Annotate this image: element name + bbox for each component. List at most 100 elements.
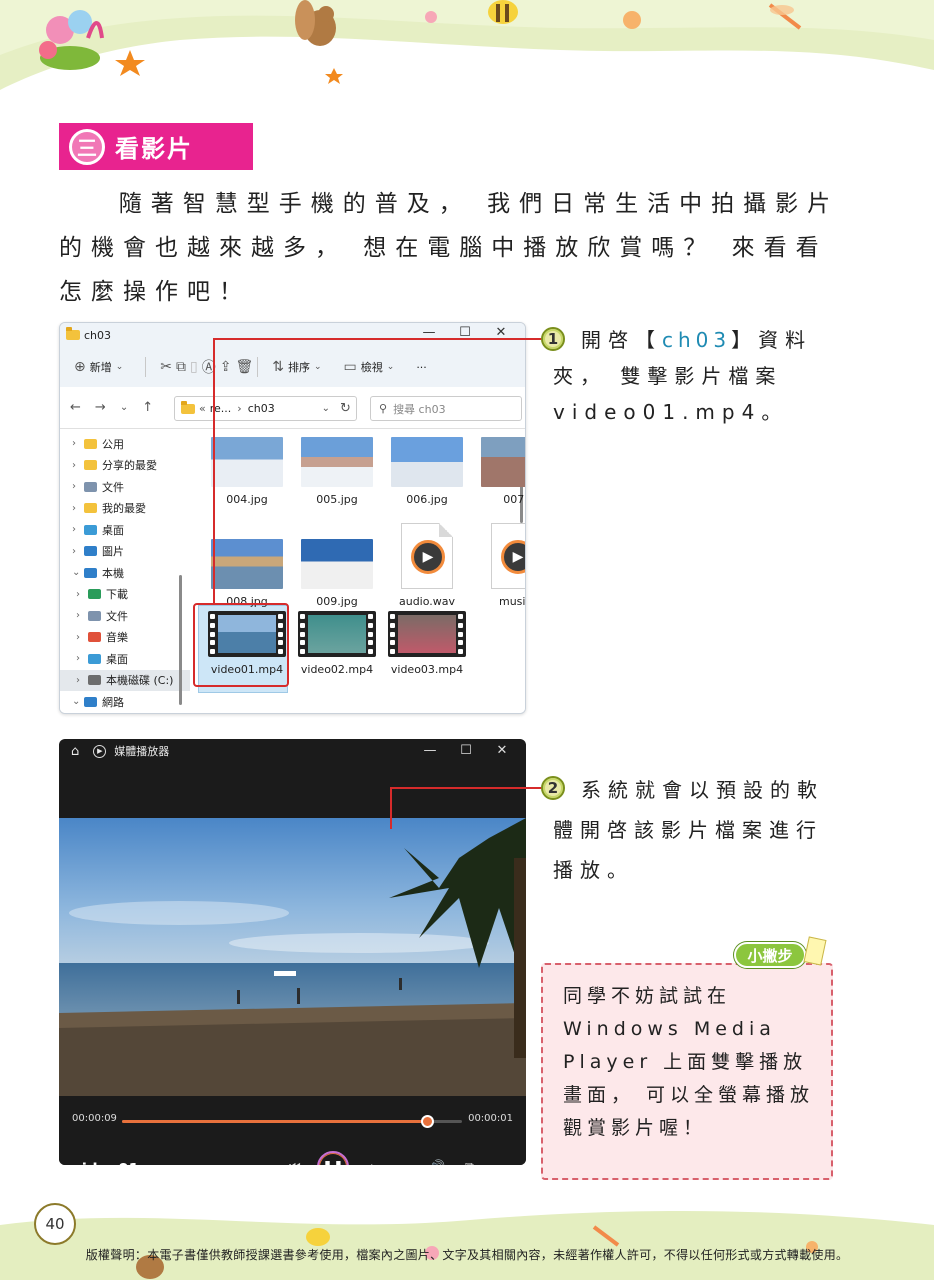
expand-chevron-icon[interactable]: › <box>76 610 88 621</box>
nav-item[interactable]: › 我的最愛 <box>60 498 190 520</box>
nav-item[interactable]: › 文件 <box>60 605 190 627</box>
video-thumbnail <box>388 611 466 657</box>
image-thumbnail <box>211 437 283 487</box>
file-name: video02.mp4 <box>300 663 374 676</box>
nav-item-label: 文件 <box>106 609 128 623</box>
footer-decoration <box>0 1210 934 1280</box>
expand-chevron-icon[interactable]: › <box>76 589 88 600</box>
expand-chevron-icon[interactable]: › <box>72 438 84 449</box>
volume-icon[interactable]: 🔊 <box>429 1160 445 1165</box>
callout-line <box>390 787 542 789</box>
nav-item[interactable]: › 下載 <box>60 584 190 606</box>
nav-item-label: 公用 <box>102 437 124 451</box>
home-icon[interactable]: ⌂ <box>71 744 79 759</box>
previous-icon[interactable]: ⏮ <box>289 1160 301 1165</box>
nav-item[interactable]: › 公用 <box>60 433 190 455</box>
close-button[interactable]: ✕ <box>484 743 520 758</box>
file-item[interactable]: 006.jpg <box>384 437 470 506</box>
nav-item[interactable]: › 音樂 <box>60 627 190 649</box>
expand-chevron-icon[interactable]: › <box>76 675 88 686</box>
pause-button[interactable]: ❚❚ <box>317 1151 349 1165</box>
plus-circle-icon: ⊕ <box>74 359 86 375</box>
expand-chevron-icon[interactable]: › <box>72 503 84 514</box>
nav-item-label: 網路 <box>102 695 124 709</box>
nav-scrollbar[interactable] <box>179 575 182 705</box>
audio-file-icon: ▶ <box>401 523 453 589</box>
expand-chevron-icon[interactable]: › <box>72 546 84 557</box>
minimize-button[interactable]: — <box>412 743 448 758</box>
subtitles-icon[interactable]: ▭ <box>395 1160 407 1165</box>
file-name: 005.jpg <box>316 493 358 506</box>
nav-item[interactable]: › 文件 <box>60 476 190 498</box>
flower-icon <box>623 11 641 29</box>
computer-icon <box>84 567 97 578</box>
expand-chevron-icon[interactable]: › <box>76 653 88 664</box>
file-item[interactable]: ▶ audio.wav <box>384 513 470 608</box>
share-icon[interactable]: ⇪ <box>220 359 232 375</box>
nav-item-label: 下載 <box>106 588 128 602</box>
expand-chevron-icon[interactable]: ⌄ <box>72 567 84 578</box>
chevron-down-icon[interactable]: ⌄ <box>322 403 330 414</box>
seek-bar[interactable] <box>122 1115 462 1128</box>
nav-item-label: 桌面 <box>106 652 128 666</box>
expand-chevron-icon[interactable]: › <box>72 481 84 492</box>
path-segment-current[interactable]: ch03 <box>248 402 275 415</box>
sort-button[interactable]: ⇅ 排序 ⌄ <box>272 359 325 375</box>
next-icon[interactable]: ⏭ <box>361 1160 373 1165</box>
copy-icon[interactable]: ⧉ <box>176 359 186 375</box>
section-number: 三 <box>69 128 105 165</box>
forward-arrow-icon[interactable]: → <box>95 400 106 415</box>
address-input[interactable]: « re... › ch03 ⌄ <box>174 396 357 421</box>
file-item[interactable]: 005.jpg <box>294 437 380 506</box>
nav-item[interactable]: › 桌面 <box>60 648 190 670</box>
file-item[interactable]: video02.mp4 <box>294 611 380 676</box>
star-icon <box>115 50 145 76</box>
video-frame[interactable] <box>59 818 526 1096</box>
file-item[interactable]: 008.jpg <box>204 513 290 608</box>
file-item[interactable]: 009.jpg <box>294 513 380 608</box>
file-item[interactable]: 004.jpg <box>204 437 290 506</box>
player-controls: 00:00:09 00:00:01 video01 ⏮ ❚❚ ⏭ ▭ 🔊 ⧉ ·… <box>59 1096 526 1165</box>
nav-item[interactable]: › 桌面 <box>60 519 190 541</box>
step-1-folder-name: ch03 <box>662 328 732 352</box>
sort-button-label: 排序 <box>287 361 310 374</box>
paste-icon[interactable]: ▯ <box>190 359 198 375</box>
file-item[interactable]: ▶ music. <box>474 513 525 608</box>
more-options-button[interactable]: ··· <box>416 361 427 374</box>
path-separator: › <box>237 402 242 415</box>
music-icon <box>88 632 101 643</box>
nav-item[interactable]: ⌄ 本機 <box>60 562 190 584</box>
nav-item[interactable]: ⌄ 網路 <box>60 691 190 713</box>
up-arrow-icon[interactable]: ↑ <box>142 400 153 415</box>
callout-line <box>213 338 543 340</box>
seek-handle[interactable] <box>421 1115 434 1128</box>
view-icon: ▭ <box>343 359 357 375</box>
new-button[interactable]: ⊕ 新增 ⌄ <box>74 359 127 375</box>
play-icon: ▶ <box>501 540 525 574</box>
search-input[interactable]: ⚲ 搜尋 ch03 <box>370 396 522 421</box>
header-decoration <box>0 0 934 90</box>
view-button[interactable]: ▭ 檢視 ⌄ <box>344 359 399 375</box>
maximize-button[interactable]: ☐ <box>448 743 484 758</box>
toolbar-divider <box>257 357 259 377</box>
mini-view-icon[interactable]: ⧉ <box>465 1160 474 1165</box>
expand-chevron-icon[interactable]: › <box>76 632 88 643</box>
nav-item[interactable]: › 本機磁碟 (C:) <box>60 669 190 691</box>
expand-chevron-icon[interactable]: › <box>72 460 84 471</box>
desktop-icon <box>88 653 101 664</box>
seek-bar-fill <box>122 1120 428 1123</box>
refresh-icon[interactable]: ↻ <box>340 401 351 416</box>
expand-chevron-icon[interactable]: ⌄ <box>72 696 84 707</box>
expand-chevron-icon[interactable]: › <box>72 524 84 535</box>
recent-chevron-icon[interactable]: ⌄ <box>120 402 128 413</box>
nav-item[interactable]: › 分享的最愛 <box>60 455 190 477</box>
back-arrow-icon[interactable]: ← <box>70 400 81 415</box>
delete-icon[interactable]: 🗑 <box>235 359 253 375</box>
nav-item[interactable]: › 圖片 <box>60 541 190 563</box>
download-icon <box>88 589 101 600</box>
cut-icon[interactable]: ✂ <box>160 359 172 375</box>
audio-file-icon: ▶ <box>491 523 525 589</box>
more-options-icon[interactable]: ··· <box>501 1160 513 1165</box>
file-item[interactable]: 007.j <box>474 437 525 506</box>
file-item[interactable]: video03.mp4 <box>384 611 470 676</box>
